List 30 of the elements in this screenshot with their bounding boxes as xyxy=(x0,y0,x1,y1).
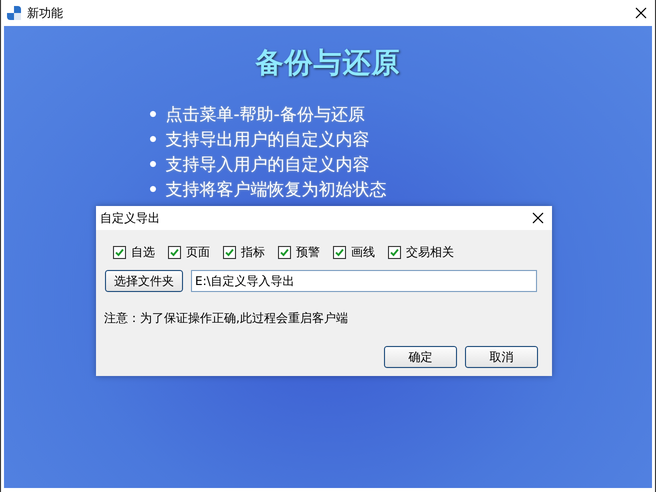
cancel-button[interactable]: 取消 xyxy=(465,346,538,368)
checkbox[interactable] xyxy=(113,246,126,259)
checkbox[interactable] xyxy=(333,246,346,259)
dialog-title: 自定义导出 xyxy=(100,210,161,226)
feature-text: 支持导入用户的自定义内容 xyxy=(166,154,370,176)
bullet-icon xyxy=(150,186,156,192)
path-field[interactable]: E:\自定义导入导出 xyxy=(191,270,537,292)
bullet-icon xyxy=(150,111,156,117)
option-label: 预警 xyxy=(296,244,320,261)
banner-heading: 备份与还原 xyxy=(256,45,400,81)
option-label: 页面 xyxy=(186,244,210,261)
bullet-icon xyxy=(150,136,156,142)
option-label: 画线 xyxy=(351,244,375,261)
bullet-icon xyxy=(150,161,156,167)
checkbox[interactable] xyxy=(223,246,236,259)
choose-folder-button[interactable]: 选择文件夹 xyxy=(105,270,183,292)
feature-text: 支持导出用户的自定义内容 xyxy=(166,128,370,150)
option-label: 指标 xyxy=(241,244,265,261)
window-title: 新功能 xyxy=(27,4,64,22)
option-label: 交易相关 xyxy=(406,244,454,261)
option-label: 自选 xyxy=(131,244,155,261)
checkbox[interactable] xyxy=(388,246,401,259)
close-icon[interactable] xyxy=(635,7,647,19)
ok-button[interactable]: 确定 xyxy=(384,346,457,368)
feature-text: 点击菜单-帮助-备份与还原 xyxy=(166,104,365,126)
notice-text: 注意：为了保证操作正确,此过程会重启客户端 xyxy=(103,310,349,327)
checkbox[interactable] xyxy=(278,246,291,259)
close-icon[interactable] xyxy=(532,212,544,224)
checkbox[interactable] xyxy=(168,246,181,259)
feature-text: 支持将客户端恢复为初始状态 xyxy=(166,178,386,200)
